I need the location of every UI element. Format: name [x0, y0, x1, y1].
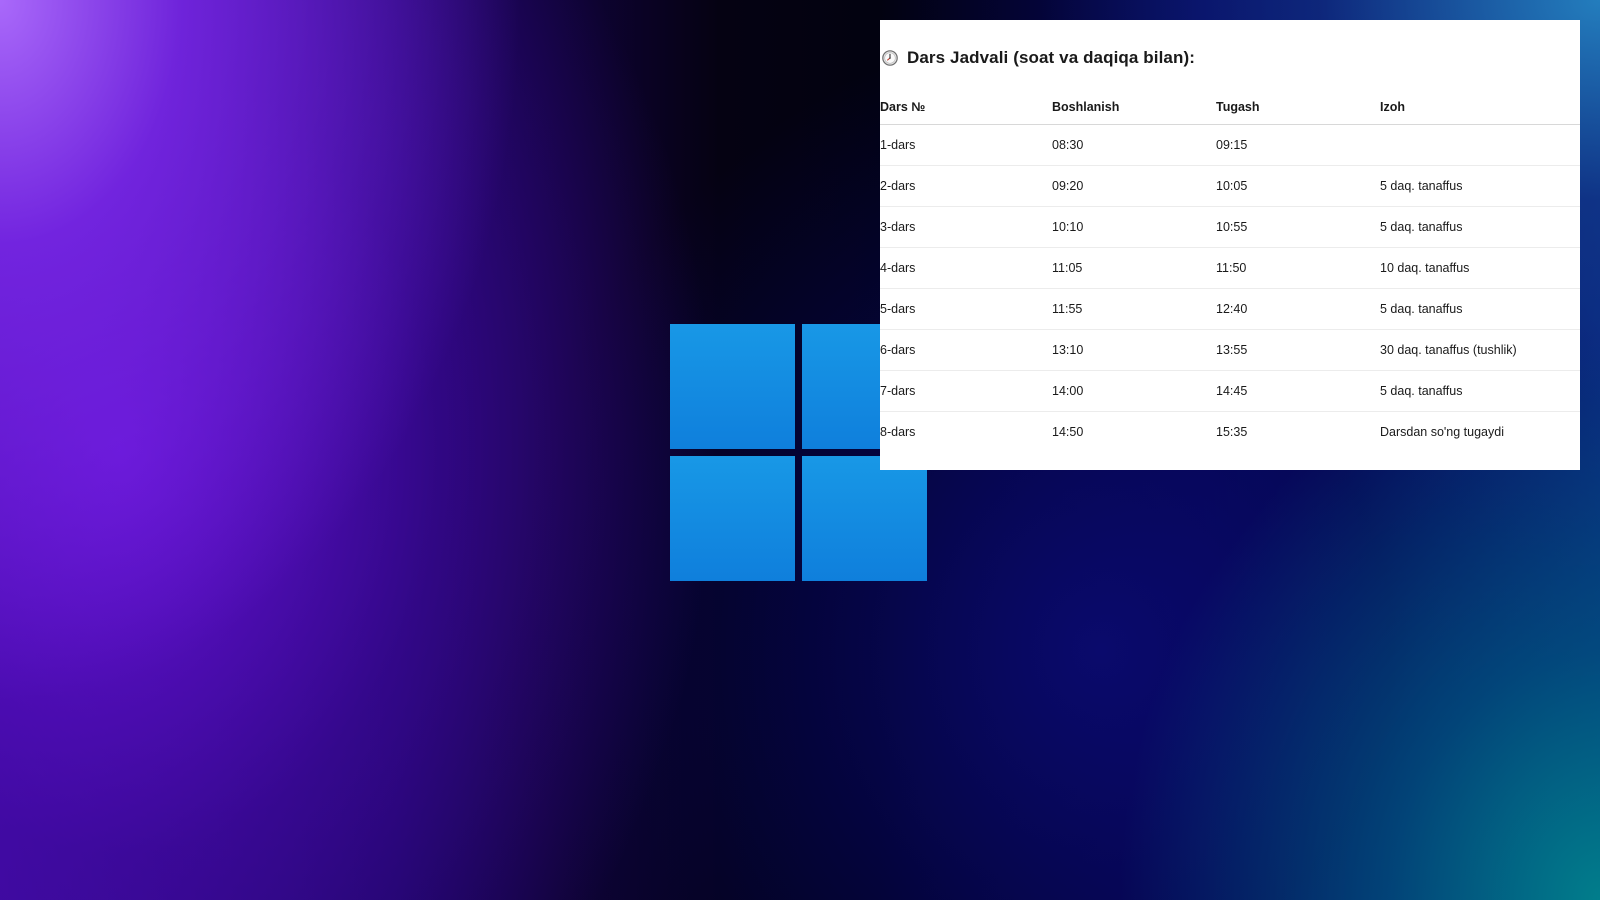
end-time-cell: 13:55: [1216, 329, 1380, 371]
note-cell: 5 daq. tanaffus: [1380, 288, 1580, 330]
table-row: 3-dars 10:10 10:55 5 daq. tanaffus: [880, 206, 1580, 248]
start-time-cell: 13:10: [1052, 329, 1216, 371]
lesson-cell: 7-dars: [880, 370, 1052, 412]
table-row: 5-dars 11:55 12:40 5 daq. tanaffus: [880, 288, 1580, 330]
windows-logo-pane: [670, 324, 795, 449]
table-row: 1-dars 08:30 09:15: [880, 124, 1580, 166]
end-time-cell: 11:50: [1216, 247, 1380, 289]
start-time-cell: 09:20: [1052, 165, 1216, 207]
panel-header: Dars Jadvali (soat va daqiqa bilan):: [882, 48, 1195, 68]
column-header-end: Tugash: [1216, 90, 1380, 125]
note-cell: 5 daq. tanaffus: [1380, 165, 1580, 207]
panel-title: Dars Jadvali (soat va daqiqa bilan):: [907, 48, 1195, 67]
lesson-cell: 4-dars: [880, 247, 1052, 289]
start-time-cell: 14:50: [1052, 425, 1084, 439]
table-row: 4-dars 11:05 11:50 10 daq. tanaffus: [880, 247, 1580, 289]
end-time-cell: 15:35: [1216, 425, 1248, 439]
start-time-cell: 14:00: [1052, 370, 1216, 412]
note-cell: 30 daq. tanaffus (tushlik): [1380, 329, 1580, 371]
lesson-cell: 8-dars: [880, 425, 916, 439]
schedule-table: Dars № Boshlanish Tugash Izoh 1-dars 08:…: [880, 90, 1580, 452]
end-time-cell: 10:05: [1216, 165, 1380, 207]
end-time-cell: 09:15: [1216, 124, 1380, 166]
end-time-cell: 12:40: [1216, 288, 1380, 330]
column-header-lesson: Dars №: [880, 90, 1052, 125]
start-time-cell: 08:30: [1052, 124, 1216, 166]
lesson-cell: 5-dars: [880, 288, 1052, 330]
lesson-cell: 2-dars: [880, 165, 1052, 207]
note-cell: 5 daq. tanaffus: [1380, 370, 1580, 412]
start-time-cell: 11:05: [1052, 247, 1216, 289]
end-time-cell: 14:45: [1216, 370, 1380, 412]
note-cell: 10 daq. tanaffus: [1380, 247, 1580, 289]
column-header-start: Boshlanish: [1052, 90, 1216, 125]
column-header-note: Izoh: [1380, 90, 1580, 125]
windows-logo-pane: [802, 456, 927, 581]
windows-logo-pane: [670, 456, 795, 581]
lesson-cell: 6-dars: [880, 329, 1052, 371]
table-header-row: Dars № Boshlanish Tugash Izoh: [880, 90, 1580, 125]
note-cell: [1380, 124, 1580, 166]
note-cell: Darsdan so'ng tugaydi: [1380, 425, 1504, 439]
lesson-cell: 1-dars: [880, 124, 1052, 166]
table-row: 7-dars 14:00 14:45 5 daq. tanaffus: [880, 370, 1580, 412]
schedule-panel: Dars Jadvali (soat va daqiqa bilan): Dar…: [880, 20, 1580, 470]
lesson-cell: 3-dars: [880, 206, 1052, 248]
start-time-cell: 11:55: [1052, 288, 1216, 330]
start-time-cell: 10:10: [1052, 206, 1216, 248]
clock-icon: [882, 50, 898, 66]
table-row: 8-dars 14:50 15:35 Darsdan so'ng tugaydi: [880, 412, 1580, 453]
table-row: 2-dars 09:20 10:05 5 daq. tanaffus: [880, 165, 1580, 207]
note-cell: 5 daq. tanaffus: [1380, 206, 1580, 248]
end-time-cell: 10:55: [1216, 206, 1380, 248]
table-row: 6-dars 13:10 13:55 30 daq. tanaffus (tus…: [880, 329, 1580, 371]
